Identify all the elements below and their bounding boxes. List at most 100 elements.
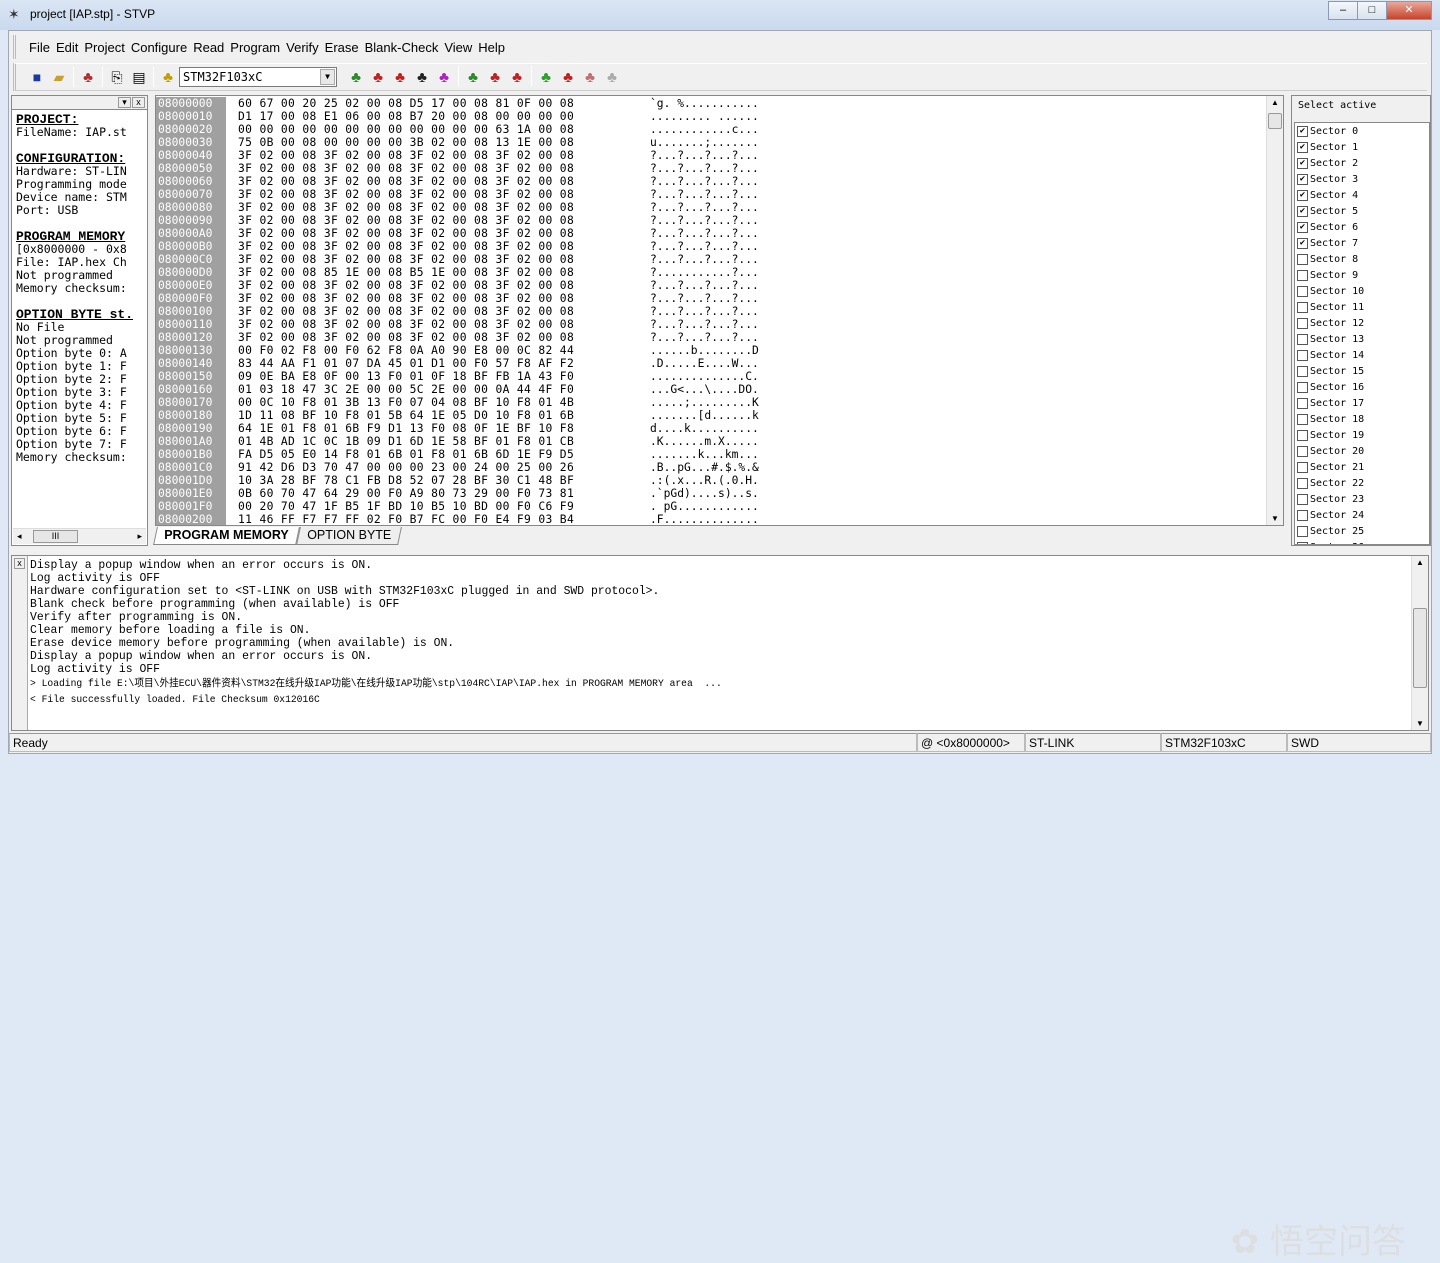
hex-ascii[interactable]: ?...?...?...?... xyxy=(650,292,759,305)
sector-checkbox[interactable] xyxy=(1297,461,1308,473)
menu-erase[interactable]: Erase xyxy=(322,40,362,55)
hex-bytes[interactable]: 00 00 00 00 00 00 00 00 00 00 00 00 63 1… xyxy=(238,123,626,136)
minimize-button[interactable]: – xyxy=(1328,1,1358,20)
sector-checkbox[interactable] xyxy=(1297,365,1308,377)
sector-checkbox[interactable] xyxy=(1297,397,1308,409)
sector-item[interactable]: Sector 21 xyxy=(1295,459,1429,475)
menu-view[interactable]: View xyxy=(441,40,475,55)
sector-item[interactable]: Sector 26 xyxy=(1295,539,1429,544)
sector-checkbox[interactable] xyxy=(1297,429,1308,441)
hex-ascii[interactable]: ............c... xyxy=(650,123,759,136)
sector-checkbox[interactable]: ✔ xyxy=(1297,189,1308,201)
sector-item[interactable]: Sector 19 xyxy=(1295,427,1429,443)
hex-ascii[interactable]: .`pGd)....s)..s. xyxy=(650,487,759,500)
hex-ascii[interactable]: ......b........D xyxy=(650,344,759,357)
sector-checkbox[interactable] xyxy=(1297,477,1308,489)
sector-checkbox[interactable]: ✔ xyxy=(1297,221,1308,233)
sector-item[interactable]: ✔ Sector 6 xyxy=(1295,219,1429,235)
hex-ascii[interactable]: ?...?...?...?... xyxy=(650,201,759,214)
hex-ascii[interactable]: ?...?...?...?... xyxy=(650,188,759,201)
hex-bytes[interactable]: 3F 02 00 08 3F 02 00 08 3F 02 00 08 3F 0… xyxy=(238,279,626,292)
sector-checkbox[interactable] xyxy=(1297,381,1308,393)
hex-ascii[interactable]: ?...?...?...?... xyxy=(650,149,759,162)
hex-ascii[interactable]: .B..pG...#.$.%.& xyxy=(650,461,759,474)
hex-ascii[interactable]: ..............C. xyxy=(650,370,759,383)
hex-bytes[interactable]: 00 20 70 47 1F B5 1F BD 10 B5 10 BD 00 F… xyxy=(238,500,626,513)
program-current-icon[interactable]: ♣ xyxy=(557,66,579,88)
hex-bytes[interactable]: D1 17 00 08 E1 06 00 08 B7 20 00 08 00 0… xyxy=(238,110,626,123)
log-scrollbar[interactable]: ▲ ▼ xyxy=(1411,556,1428,730)
sector-item[interactable]: Sector 25 xyxy=(1295,523,1429,539)
sector-checkbox[interactable]: ✔ xyxy=(1297,125,1308,137)
sector-item[interactable]: Sector 16 xyxy=(1295,379,1429,395)
sector-checkbox[interactable] xyxy=(1297,285,1308,297)
hex-ascii[interactable]: .......k...km... xyxy=(650,448,759,461)
hex-ascii[interactable]: .K......m.X..... xyxy=(650,435,759,448)
sector-item[interactable]: Sector 23 xyxy=(1295,491,1429,507)
hex-editor[interactable]: 08000000 60 67 00 20 25 02 00 08 D5 17 00… xyxy=(155,95,1284,526)
hex-bytes[interactable]: FA D5 05 E0 14 F8 01 6B 01 F8 01 6B 6D 1… xyxy=(238,448,626,461)
chevron-down-icon[interactable]: ▼ xyxy=(320,69,335,85)
hex-ascii[interactable]: ......... ...... xyxy=(650,110,759,123)
hex-ascii[interactable]: ?...?...?...?... xyxy=(650,318,759,331)
hex-ascii[interactable]: ?...?...?...?... xyxy=(650,305,759,318)
hex-bytes[interactable]: 3F 02 00 08 3F 02 00 08 3F 02 00 08 3F 0… xyxy=(238,318,626,331)
hex-bytes[interactable]: 3F 02 00 08 85 1E 00 08 B5 1E 00 08 3F 0… xyxy=(238,266,626,279)
hex-bytes[interactable]: 00 F0 02 F8 00 F0 62 F8 0A A0 90 E8 00 0… xyxy=(238,344,626,357)
hex-ascii[interactable]: ?...?...?...?... xyxy=(650,214,759,227)
sector-checkbox[interactable]: ✔ xyxy=(1297,173,1308,185)
sector-checkbox[interactable] xyxy=(1297,333,1308,345)
sector-item[interactable]: Sector 10 xyxy=(1295,283,1429,299)
sector-checkbox[interactable] xyxy=(1297,541,1308,544)
hex-bytes[interactable]: 3F 02 00 08 3F 02 00 08 3F 02 00 08 3F 0… xyxy=(238,175,626,188)
menu-read[interactable]: Read xyxy=(190,40,227,55)
blank-check-icon[interactable]: ♣ xyxy=(433,66,455,88)
menu-verify[interactable]: Verify xyxy=(283,40,322,55)
tab-option-byte[interactable]: OPTION BYTE xyxy=(295,527,402,545)
hex-bytes[interactable]: 09 0E BA E8 0F 00 13 F0 01 0F 18 BF FB 1… xyxy=(238,370,626,383)
open-icon[interactable]: ▰ xyxy=(48,66,70,88)
hex-ascii[interactable]: ?...?...?...?... xyxy=(650,162,759,175)
hex-bytes[interactable]: 3F 02 00 08 3F 02 00 08 3F 02 00 08 3F 0… xyxy=(238,253,626,266)
device-select[interactable]: STM32F103xC ▼ xyxy=(179,67,337,87)
sector-checkbox[interactable] xyxy=(1297,253,1308,265)
sector-item[interactable]: ✔ Sector 1 xyxy=(1295,139,1429,155)
sector-checkbox[interactable]: ✔ xyxy=(1297,141,1308,153)
hex-bytes[interactable]: 60 67 00 20 25 02 00 08 D5 17 00 08 81 0… xyxy=(238,97,626,110)
project-icon[interactable]: ♣ xyxy=(77,66,99,88)
hex-ascii[interactable]: ?...?...?...?... xyxy=(650,175,759,188)
hex-ascii[interactable]: .D.....E....W... xyxy=(650,357,759,370)
program-tab-icon[interactable]: ♣ xyxy=(484,66,506,88)
hex-ascii[interactable]: .....;.........K xyxy=(650,396,759,409)
log-close-icon[interactable]: x xyxy=(14,558,25,569)
sector-item[interactable]: ✔ Sector 3 xyxy=(1295,171,1429,187)
hex-bytes[interactable]: 3F 02 00 08 3F 02 00 08 3F 02 00 08 3F 0… xyxy=(238,305,626,318)
sector-checkbox[interactable]: ✔ xyxy=(1297,205,1308,217)
erase-icon[interactable]: ♣ xyxy=(411,66,433,88)
sector-item[interactable]: Sector 18 xyxy=(1295,411,1429,427)
menu-configure[interactable]: Configure xyxy=(128,40,190,55)
vertical-scrollbar[interactable]: ▲ ▼ xyxy=(1266,96,1283,525)
verify-current-icon[interactable]: ♣ xyxy=(579,66,601,88)
hex-bytes[interactable]: 00 0C 10 F8 01 3B 13 F0 07 04 08 BF 10 F… xyxy=(238,396,626,409)
panel-close-icon[interactable]: x xyxy=(132,97,145,108)
sector-checkbox[interactable] xyxy=(1297,509,1308,521)
sector-item[interactable]: Sector 24 xyxy=(1295,507,1429,523)
sector-item[interactable]: ✔ Sector 0 xyxy=(1295,123,1429,139)
disabled-icon[interactable]: ♣ xyxy=(601,66,623,88)
hex-bytes[interactable]: 3F 02 00 08 3F 02 00 08 3F 02 00 08 3F 0… xyxy=(238,214,626,227)
hex-ascii[interactable]: u.......;....... xyxy=(650,136,759,149)
sector-checkbox[interactable]: ✔ xyxy=(1297,157,1308,169)
copy-icon[interactable]: ⎘ xyxy=(106,66,128,88)
menu-blank-check[interactable]: Blank-Check xyxy=(362,40,442,55)
hex-ascii[interactable]: .:(.x...R.(.0.H. xyxy=(650,474,759,487)
tab-program-memory[interactable]: PROGRAM MEMORY xyxy=(153,527,300,545)
sector-item[interactable]: Sector 17 xyxy=(1295,395,1429,411)
sector-item[interactable]: ✔ Sector 4 xyxy=(1295,187,1429,203)
sector-item[interactable]: Sector 14 xyxy=(1295,347,1429,363)
sector-checkbox[interactable]: ✔ xyxy=(1297,237,1308,249)
sector-item[interactable]: Sector 9 xyxy=(1295,267,1429,283)
hex-bytes[interactable]: 3F 02 00 08 3F 02 00 08 3F 02 00 08 3F 0… xyxy=(238,201,626,214)
hex-bytes[interactable]: 64 1E 01 F8 01 6B F9 D1 13 F0 08 0F 1E B… xyxy=(238,422,626,435)
panel-menu-icon[interactable]: ▾ xyxy=(118,97,131,108)
